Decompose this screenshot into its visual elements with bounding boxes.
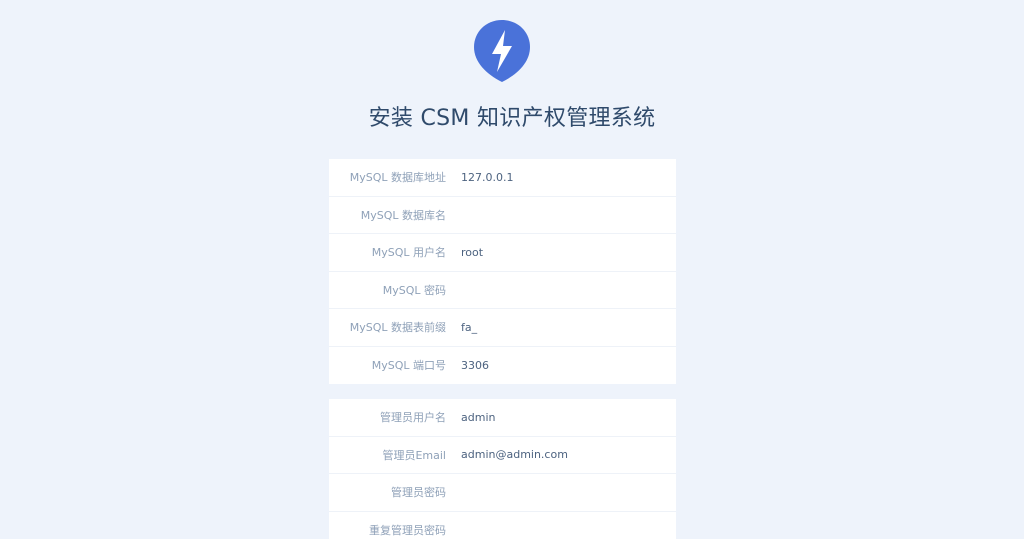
mysql-prefix-label: MySQL 数据表前缀 [349, 321, 446, 335]
lightning-bolt-icon [474, 20, 530, 82]
form-row-mysql-username: MySQL 用户名 [329, 234, 676, 272]
form-row-mysql-database: MySQL 数据库名 [329, 196, 676, 234]
page-title: 安装 CSM 知识产权管理系统 [368, 106, 656, 131]
form-row-admin-password-confirm: 重复管理员密码 [329, 511, 676, 539]
admin-password-input[interactable] [461, 474, 676, 511]
admin-email-label: 管理员Email [382, 448, 446, 462]
admin-settings-panel: 管理员用户名 管理员Email 管理员密码 重复管理员密码 [329, 399, 676, 539]
mysql-database-label: MySQL 数据库名 [360, 208, 446, 222]
mysql-username-label: MySQL 用户名 [371, 246, 446, 260]
admin-username-input[interactable] [461, 399, 676, 436]
install-page: 安装 CSM 知识产权管理系统 MySQL 数据库地址 MySQL 数据库名 M… [0, 0, 1024, 539]
admin-email-input[interactable] [461, 436, 676, 473]
form-row-admin-password: 管理员密码 [329, 474, 676, 512]
form-row-admin-email: 管理员Email [329, 436, 676, 474]
admin-password-label: 管理员密码 [391, 486, 446, 500]
form-row-mysql-prefix: MySQL 数据表前缀 [329, 309, 676, 347]
mysql-host-label: MySQL 数据库地址 [349, 171, 446, 185]
form-row-admin-username: 管理员用户名 [329, 399, 676, 437]
mysql-database-input[interactable] [461, 196, 676, 233]
mysql-port-label: MySQL 端口号 [371, 359, 446, 373]
mysql-password-input[interactable] [461, 271, 676, 308]
admin-password-confirm-label: 重复管理员密码 [369, 524, 446, 538]
admin-password-confirm-input[interactable] [461, 511, 676, 539]
mysql-password-label: MySQL 密码 [382, 283, 446, 297]
database-settings-panel: MySQL 数据库地址 MySQL 数据库名 MySQL 用户名 MySQL 密… [329, 159, 676, 384]
form-row-mysql-password: MySQL 密码 [329, 271, 676, 309]
admin-username-label: 管理员用户名 [380, 411, 446, 425]
mysql-username-input[interactable] [461, 234, 676, 271]
mysql-port-input[interactable] [461, 346, 676, 384]
mysql-prefix-input[interactable] [461, 309, 676, 346]
form-row-mysql-port: MySQL 端口号 [329, 346, 676, 384]
form-row-mysql-host: MySQL 数据库地址 [329, 159, 676, 197]
mysql-host-input[interactable] [461, 159, 676, 196]
